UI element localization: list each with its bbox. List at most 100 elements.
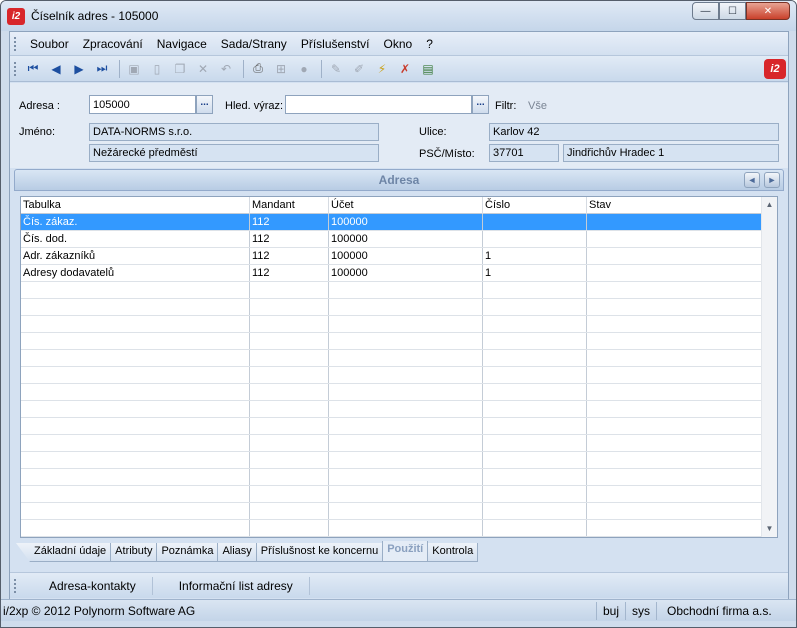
cell-tabulka[interactable] <box>21 469 250 485</box>
print-icon[interactable]: ⎙ <box>248 59 268 79</box>
table-row[interactable]: Čís. zákaz. 112 100000 <box>21 214 762 231</box>
cell-tabulka[interactable] <box>21 333 250 349</box>
menu-soubor[interactable]: Soubor <box>23 37 76 51</box>
search-input[interactable] <box>285 95 472 114</box>
cell-mandant[interactable] <box>250 486 329 502</box>
cell-stav[interactable] <box>587 299 762 315</box>
maximize-button[interactable]: ☐ <box>719 2 746 20</box>
cell-mandant[interactable] <box>250 401 329 417</box>
minimize-button[interactable]: — <box>692 2 719 20</box>
cell-cislo[interactable] <box>483 435 587 451</box>
cell-mandant[interactable] <box>250 367 329 383</box>
scroll-up-icon[interactable]: ▲ <box>762 197 777 213</box>
bottombar-grip[interactable] <box>14 578 17 593</box>
column-header-ucet[interactable]: Účet <box>329 197 483 214</box>
cell-cislo[interactable] <box>483 503 587 519</box>
search-lookup-button[interactable]: ... <box>472 95 489 114</box>
cell-stav[interactable] <box>587 452 762 468</box>
cell-ucet[interactable] <box>329 452 483 468</box>
cell-stav[interactable] <box>587 248 762 264</box>
cell-stav[interactable] <box>587 265 762 281</box>
informacni-list-link[interactable]: Informační list adresy <box>153 576 310 595</box>
cell-cislo[interactable] <box>483 333 587 349</box>
cell-tabulka[interactable] <box>21 316 250 332</box>
tab-pouziti[interactable]: Použití <box>382 541 429 562</box>
cell-tabulka[interactable] <box>21 435 250 451</box>
save-icon[interactable]: ▣ <box>124 59 144 79</box>
cell-stav[interactable] <box>587 520 762 536</box>
table-row[interactable] <box>21 503 762 520</box>
cell-mandant[interactable] <box>250 469 329 485</box>
cell-mandant[interactable]: 112 <box>250 231 329 247</box>
section-prev-button[interactable]: ◄ <box>744 172 760 188</box>
column-header-mandant[interactable]: Mandant <box>250 197 329 214</box>
cell-stav[interactable] <box>587 214 762 230</box>
cell-ucet[interactable] <box>329 469 483 485</box>
cell-tabulka[interactable] <box>21 418 250 434</box>
undo-icon[interactable]: ↶ <box>216 59 236 79</box>
scroll-down-icon[interactable]: ▼ <box>762 521 777 537</box>
cell-stav[interactable] <box>587 401 762 417</box>
table-row[interactable] <box>21 316 762 333</box>
cell-ucet[interactable] <box>329 418 483 434</box>
cell-cislo[interactable]: 1 <box>483 248 587 264</box>
cell-mandant[interactable] <box>250 452 329 468</box>
cell-ucet[interactable]: 100000 <box>329 265 483 281</box>
cell-ucet[interactable] <box>329 384 483 400</box>
cell-ucet[interactable] <box>329 316 483 332</box>
new-icon[interactable]: ▯ <box>147 59 167 79</box>
menu-prislusenstvi[interactable]: Příslušenství <box>294 37 377 51</box>
cell-mandant[interactable] <box>250 316 329 332</box>
cell-tabulka[interactable] <box>21 350 250 366</box>
table-row[interactable]: Čís. dod. 112 100000 <box>21 231 762 248</box>
cell-tabulka[interactable]: Adresy dodavatelů <box>21 265 250 281</box>
cell-mandant[interactable] <box>250 384 329 400</box>
cell-stav[interactable] <box>587 384 762 400</box>
table-row[interactable] <box>21 452 762 469</box>
cell-stav[interactable] <box>587 435 762 451</box>
cell-cislo[interactable] <box>483 316 587 332</box>
cell-stav[interactable] <box>587 231 762 247</box>
cell-tabulka[interactable] <box>21 401 250 417</box>
cell-ucet[interactable] <box>329 333 483 349</box>
cell-stav[interactable] <box>587 282 762 298</box>
table-row[interactable] <box>21 333 762 350</box>
cell-mandant[interactable] <box>250 282 329 298</box>
filter-value[interactable]: Vše <box>528 100 547 112</box>
cell-tabulka[interactable]: Čís. zákaz. <box>21 214 250 230</box>
close-button[interactable]: ✕ <box>746 2 790 20</box>
cell-ucet[interactable]: 100000 <box>329 214 483 230</box>
tree-icon[interactable]: ⊞ <box>271 59 291 79</box>
cell-tabulka[interactable] <box>21 503 250 519</box>
title-bar[interactable]: i2 Číselník adres - 105000 — ☐ ✕ <box>1 1 796 31</box>
cell-stav[interactable] <box>587 350 762 366</box>
tab-poznamka[interactable]: Poznámka <box>156 543 219 562</box>
cell-stav[interactable] <box>587 469 762 485</box>
vertical-scrollbar[interactable]: ▲ ▼ <box>761 197 777 537</box>
cell-ucet[interactable] <box>329 282 483 298</box>
menu-help[interactable]: ? <box>419 37 440 51</box>
cell-cislo[interactable] <box>483 350 587 366</box>
cell-ucet[interactable] <box>329 299 483 315</box>
column-header-tabulka[interactable]: Tabulka <box>21 197 250 214</box>
cell-ucet[interactable] <box>329 486 483 502</box>
cell-tabulka[interactable] <box>21 367 250 383</box>
cell-cislo[interactable] <box>483 401 587 417</box>
cell-tabulka[interactable] <box>21 384 250 400</box>
filter-icon[interactable]: ⚡ <box>372 59 392 79</box>
cell-cislo[interactable] <box>483 384 587 400</box>
cell-ucet[interactable] <box>329 520 483 536</box>
table-row[interactable] <box>21 435 762 452</box>
table-row[interactable] <box>21 282 762 299</box>
cell-cislo[interactable] <box>483 367 587 383</box>
edit-pen2-icon[interactable]: ✐ <box>349 59 369 79</box>
toolbar-grip[interactable] <box>14 61 17 76</box>
menu-grip[interactable] <box>14 36 17 51</box>
cell-stav[interactable] <box>587 367 762 383</box>
disabled-icon[interactable]: ● <box>294 59 314 79</box>
table-row[interactable] <box>21 384 762 401</box>
adresa-lookup-button[interactable]: ... <box>196 95 213 114</box>
cell-tabulka[interactable] <box>21 486 250 502</box>
cell-tabulka[interactable]: Adr. zákazníků <box>21 248 250 264</box>
cell-mandant[interactable] <box>250 503 329 519</box>
